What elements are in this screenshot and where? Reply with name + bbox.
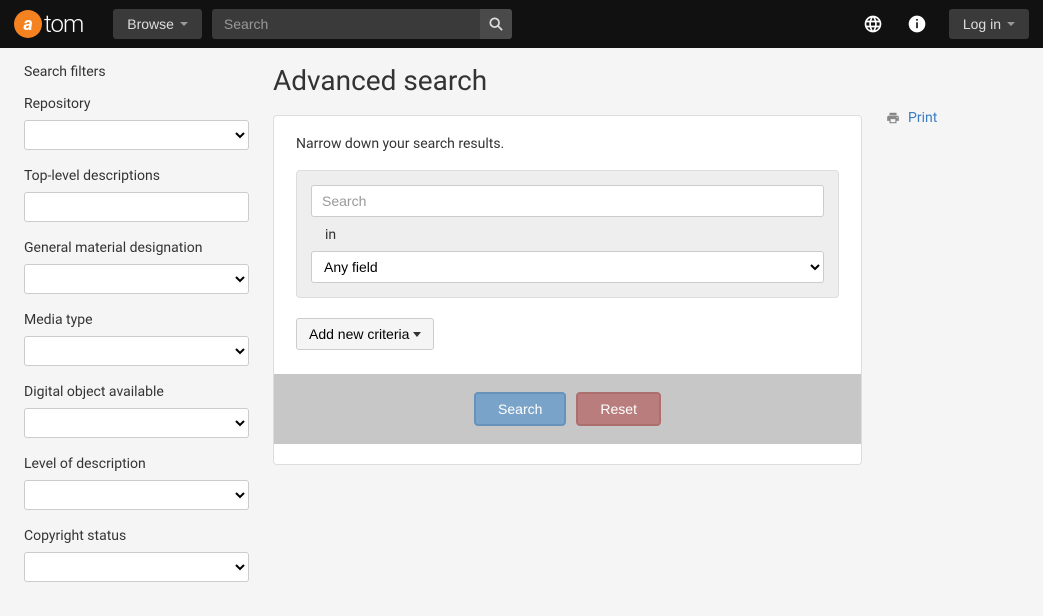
caret-down-icon bbox=[1007, 22, 1015, 26]
reset-button[interactable]: Reset bbox=[576, 392, 661, 426]
global-search bbox=[212, 9, 512, 39]
print-icon bbox=[886, 111, 900, 125]
repository-select[interactable] bbox=[24, 120, 249, 150]
filter-label-repository: Repository bbox=[24, 96, 249, 112]
copyright-select[interactable] bbox=[24, 552, 249, 582]
add-criteria-label: Add new criteria bbox=[309, 326, 409, 342]
globe-icon[interactable] bbox=[861, 12, 885, 36]
filter-label-gmd: General material designation bbox=[24, 240, 249, 256]
media-type-select[interactable] bbox=[24, 336, 249, 366]
global-search-input[interactable] bbox=[212, 9, 512, 39]
browse-button[interactable]: Browse bbox=[113, 9, 202, 39]
logo-text: tom bbox=[44, 10, 83, 38]
criteria-search-input[interactable] bbox=[311, 185, 824, 217]
navbar: a tom Browse Log in bbox=[0, 0, 1043, 48]
search-icon bbox=[489, 17, 503, 31]
add-criteria-button[interactable]: Add new criteria bbox=[296, 318, 434, 350]
filter-label-top-level: Top-level descriptions bbox=[24, 168, 249, 184]
info-icon[interactable] bbox=[905, 12, 929, 36]
criteria-field-select[interactable]: Any field bbox=[311, 251, 824, 283]
filter-label-digital-object: Digital object available bbox=[24, 384, 249, 400]
logo[interactable]: a tom bbox=[14, 10, 83, 38]
print-link[interactable]: Print bbox=[886, 110, 937, 126]
print-label: Print bbox=[908, 110, 937, 126]
search-button[interactable]: Search bbox=[474, 392, 566, 426]
page-title: Advanced search bbox=[273, 64, 862, 97]
filter-label-media-type: Media type bbox=[24, 312, 249, 328]
browse-label: Browse bbox=[127, 16, 174, 32]
top-level-input[interactable] bbox=[24, 192, 249, 222]
caret-down-icon bbox=[180, 22, 188, 26]
filter-label-level: Level of description bbox=[24, 456, 249, 472]
gmd-select[interactable] bbox=[24, 264, 249, 294]
level-select[interactable] bbox=[24, 480, 249, 510]
in-label: in bbox=[325, 227, 824, 243]
side-actions: Print bbox=[886, 64, 1016, 600]
caret-down-icon bbox=[413, 332, 421, 337]
filter-label-copyright: Copyright status bbox=[24, 528, 249, 544]
login-label: Log in bbox=[963, 16, 1001, 32]
intro-text: Narrow down your search results. bbox=[296, 136, 839, 152]
login-button[interactable]: Log in bbox=[949, 9, 1029, 39]
digital-object-select[interactable] bbox=[24, 408, 249, 438]
sidebar: Search filters Repository Top-level desc… bbox=[24, 64, 249, 600]
search-panel: Narrow down your search results. in Any … bbox=[273, 115, 862, 465]
criteria-box: in Any field bbox=[296, 170, 839, 298]
sidebar-title: Search filters bbox=[24, 64, 249, 80]
global-search-submit[interactable] bbox=[480, 9, 512, 39]
main-content: Advanced search Narrow down your search … bbox=[273, 64, 862, 600]
logo-mark: a bbox=[14, 10, 42, 38]
panel-actions: Search Reset bbox=[274, 374, 861, 444]
